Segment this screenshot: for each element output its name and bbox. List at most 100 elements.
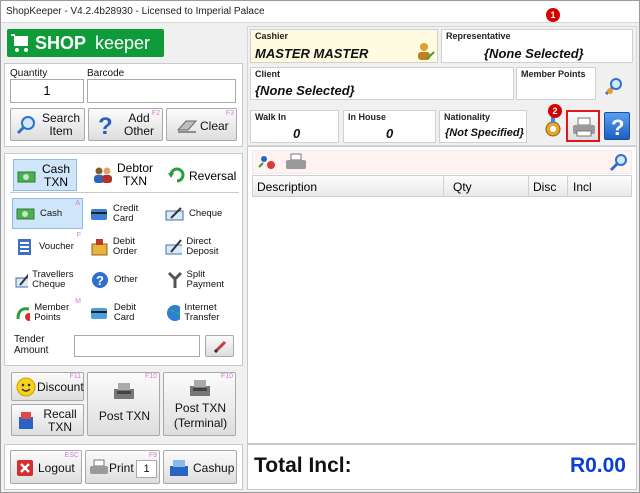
print-button[interactable]: Print 1 F9 bbox=[85, 450, 160, 484]
clear-label: Clear bbox=[200, 119, 229, 133]
window-title: ShopKeeper - V4.2.4b28930 - Licensed to … bbox=[6, 6, 265, 17]
client-label: Client bbox=[255, 69, 281, 79]
entry-box: Quantity 1 Barcode Search Item ? Add Oth… bbox=[4, 63, 243, 147]
barcode-input[interactable] bbox=[87, 79, 236, 103]
add-other-key: F2 bbox=[151, 110, 160, 117]
representative-section[interactable]: Representative {None Selected} bbox=[441, 29, 633, 63]
clear-button[interactable]: Clear F3 bbox=[166, 108, 237, 141]
debit-card-icon bbox=[91, 307, 107, 319]
member-search-icon[interactable] bbox=[602, 75, 626, 99]
recall-txn-button[interactable]: Recall TXN bbox=[11, 404, 84, 436]
annotation-badge-1: 1 bbox=[546, 8, 560, 22]
grid-body[interactable] bbox=[252, 197, 632, 441]
logo-keeper-text: keeper bbox=[95, 33, 151, 53]
tender-travellers-cheque[interactable]: Travellers Cheque bbox=[12, 264, 83, 295]
tender-split-payment-label: Split Payment bbox=[186, 268, 225, 290]
recall-icon bbox=[19, 412, 33, 429]
quantity-input[interactable]: 1 bbox=[10, 79, 84, 103]
debit-order-icon bbox=[91, 238, 108, 255]
tab-debtor-txn-label: Debtor TXN bbox=[116, 161, 154, 188]
tab-reversal-label: Reversal bbox=[189, 169, 237, 183]
column-incl[interactable]: Incl bbox=[573, 180, 592, 194]
tender-direct-deposit[interactable]: Direct Deposit bbox=[162, 231, 238, 262]
walk-in-label: Walk In bbox=[255, 112, 287, 122]
print-receipt-button[interactable] bbox=[566, 110, 600, 142]
settings-gear-icon[interactable] bbox=[542, 116, 564, 138]
member-points-label: Member Points bbox=[521, 69, 586, 79]
total-panel: Total Incl: R0.00 bbox=[247, 444, 637, 490]
logout-button[interactable]: Logout ESC bbox=[10, 450, 82, 484]
column-qty[interactable]: Qty bbox=[453, 180, 472, 194]
tender-voucher[interactable]: Voucher F bbox=[12, 231, 83, 262]
tender-direct-deposit-label: Direct Deposit bbox=[186, 235, 219, 257]
in-house-section[interactable]: In House 0 bbox=[343, 110, 436, 143]
tender-debit-order[interactable]: Debit Order bbox=[87, 231, 159, 262]
search-icon[interactable] bbox=[609, 153, 629, 173]
tender-split-payment[interactable]: Split Payment bbox=[162, 264, 238, 295]
cash-icon bbox=[16, 208, 35, 219]
post-txn-button[interactable]: Post TXN F10 bbox=[87, 372, 160, 436]
reversal-icon bbox=[168, 167, 185, 183]
other-icon: ? bbox=[92, 271, 108, 288]
post-txn-terminal-button[interactable]: Post TXN (Terminal) F10 bbox=[163, 372, 236, 436]
refresh-users-icon[interactable] bbox=[257, 153, 279, 173]
logout-label: Logout bbox=[38, 461, 75, 475]
logout-key: ESC bbox=[64, 452, 79, 459]
tender-amount-input[interactable] bbox=[74, 335, 200, 357]
cashier-label: Cashier bbox=[255, 31, 289, 41]
total-label: Total Incl: bbox=[254, 454, 352, 477]
tab-debtor-txn[interactable]: Debtor TXN bbox=[88, 159, 158, 191]
cashup-icon bbox=[170, 460, 188, 476]
direct-deposit-icon bbox=[165, 238, 183, 254]
tender-amount-edit-button[interactable] bbox=[205, 335, 234, 357]
nationality-label: Nationality bbox=[444, 112, 491, 122]
tender-credit-card-label: Credit Card bbox=[112, 202, 139, 224]
tender-debit-order-label: Debit Order bbox=[112, 235, 138, 257]
post-txn-label: Post TXN bbox=[98, 409, 151, 423]
client-section[interactable]: Client {None Selected} bbox=[250, 67, 514, 100]
tender-cheque[interactable]: Cheque bbox=[162, 198, 238, 229]
print-key: F9 bbox=[148, 452, 157, 459]
client-value: {None Selected} bbox=[255, 83, 355, 98]
nationality-section[interactable]: Nationality {Not Specified} bbox=[439, 110, 527, 143]
tender-member-points[interactable]: Member Points M bbox=[12, 297, 83, 328]
representative-value: {None Selected} bbox=[484, 46, 584, 61]
add-other-button[interactable]: ? Add Other F2 bbox=[88, 108, 163, 141]
printer-icon[interactable] bbox=[285, 153, 307, 173]
user-select-icon[interactable] bbox=[415, 41, 435, 61]
column-description[interactable]: Description bbox=[257, 180, 317, 194]
tender-member-points-key: M bbox=[75, 298, 81, 305]
tender-credit-card[interactable]: Credit Card bbox=[87, 198, 159, 229]
tab-cash-txn[interactable]: Cash TXN bbox=[13, 159, 77, 191]
debtor-icon bbox=[94, 167, 112, 183]
cashup-button[interactable]: Cashup bbox=[163, 450, 237, 484]
help-button[interactable]: ? bbox=[604, 112, 630, 140]
payment-panel: Cash TXN Debtor TXN Reversal Cash A Cred… bbox=[4, 153, 243, 366]
tender-member-points-label: Member Points bbox=[34, 301, 70, 323]
title-bar: ShopKeeper - V4.2.4b28930 - Licensed to … bbox=[1, 1, 639, 23]
svg-text:?: ? bbox=[611, 115, 624, 140]
tender-debit-card[interactable]: Debit Card bbox=[87, 297, 159, 328]
tab-reversal[interactable]: Reversal bbox=[164, 159, 238, 191]
printer-icon bbox=[90, 459, 108, 474]
internet-transfer-icon bbox=[167, 304, 181, 321]
post-txn-terminal-key: F10 bbox=[220, 373, 233, 380]
travellers-cheque-icon bbox=[15, 273, 29, 287]
discount-button[interactable]: Discount F11 bbox=[11, 372, 84, 401]
eraser-icon bbox=[176, 120, 198, 133]
close-icon bbox=[17, 460, 33, 476]
tender-cash-key: A bbox=[75, 200, 80, 207]
tender-cheque-label: Cheque bbox=[189, 207, 223, 219]
search-item-button[interactable]: Search Item bbox=[10, 108, 85, 141]
shopkeeper-logo: SHOP keeper bbox=[7, 29, 164, 57]
print-copies-input[interactable]: 1 bbox=[136, 460, 157, 478]
tender-other[interactable]: ? Other bbox=[87, 264, 159, 295]
register-icon bbox=[114, 383, 134, 399]
txn-tabs: Cash TXN Debtor TXN Reversal bbox=[10, 157, 239, 193]
column-disc[interactable]: Disc bbox=[533, 180, 556, 194]
annotation-badge-2: 2 bbox=[548, 104, 562, 118]
walk-in-section[interactable]: Walk In 0 bbox=[250, 110, 339, 143]
tender-cash[interactable]: Cash A bbox=[12, 198, 83, 229]
tender-internet-transfer[interactable]: Internet Transfer bbox=[162, 297, 238, 328]
clear-key: F3 bbox=[225, 110, 234, 117]
